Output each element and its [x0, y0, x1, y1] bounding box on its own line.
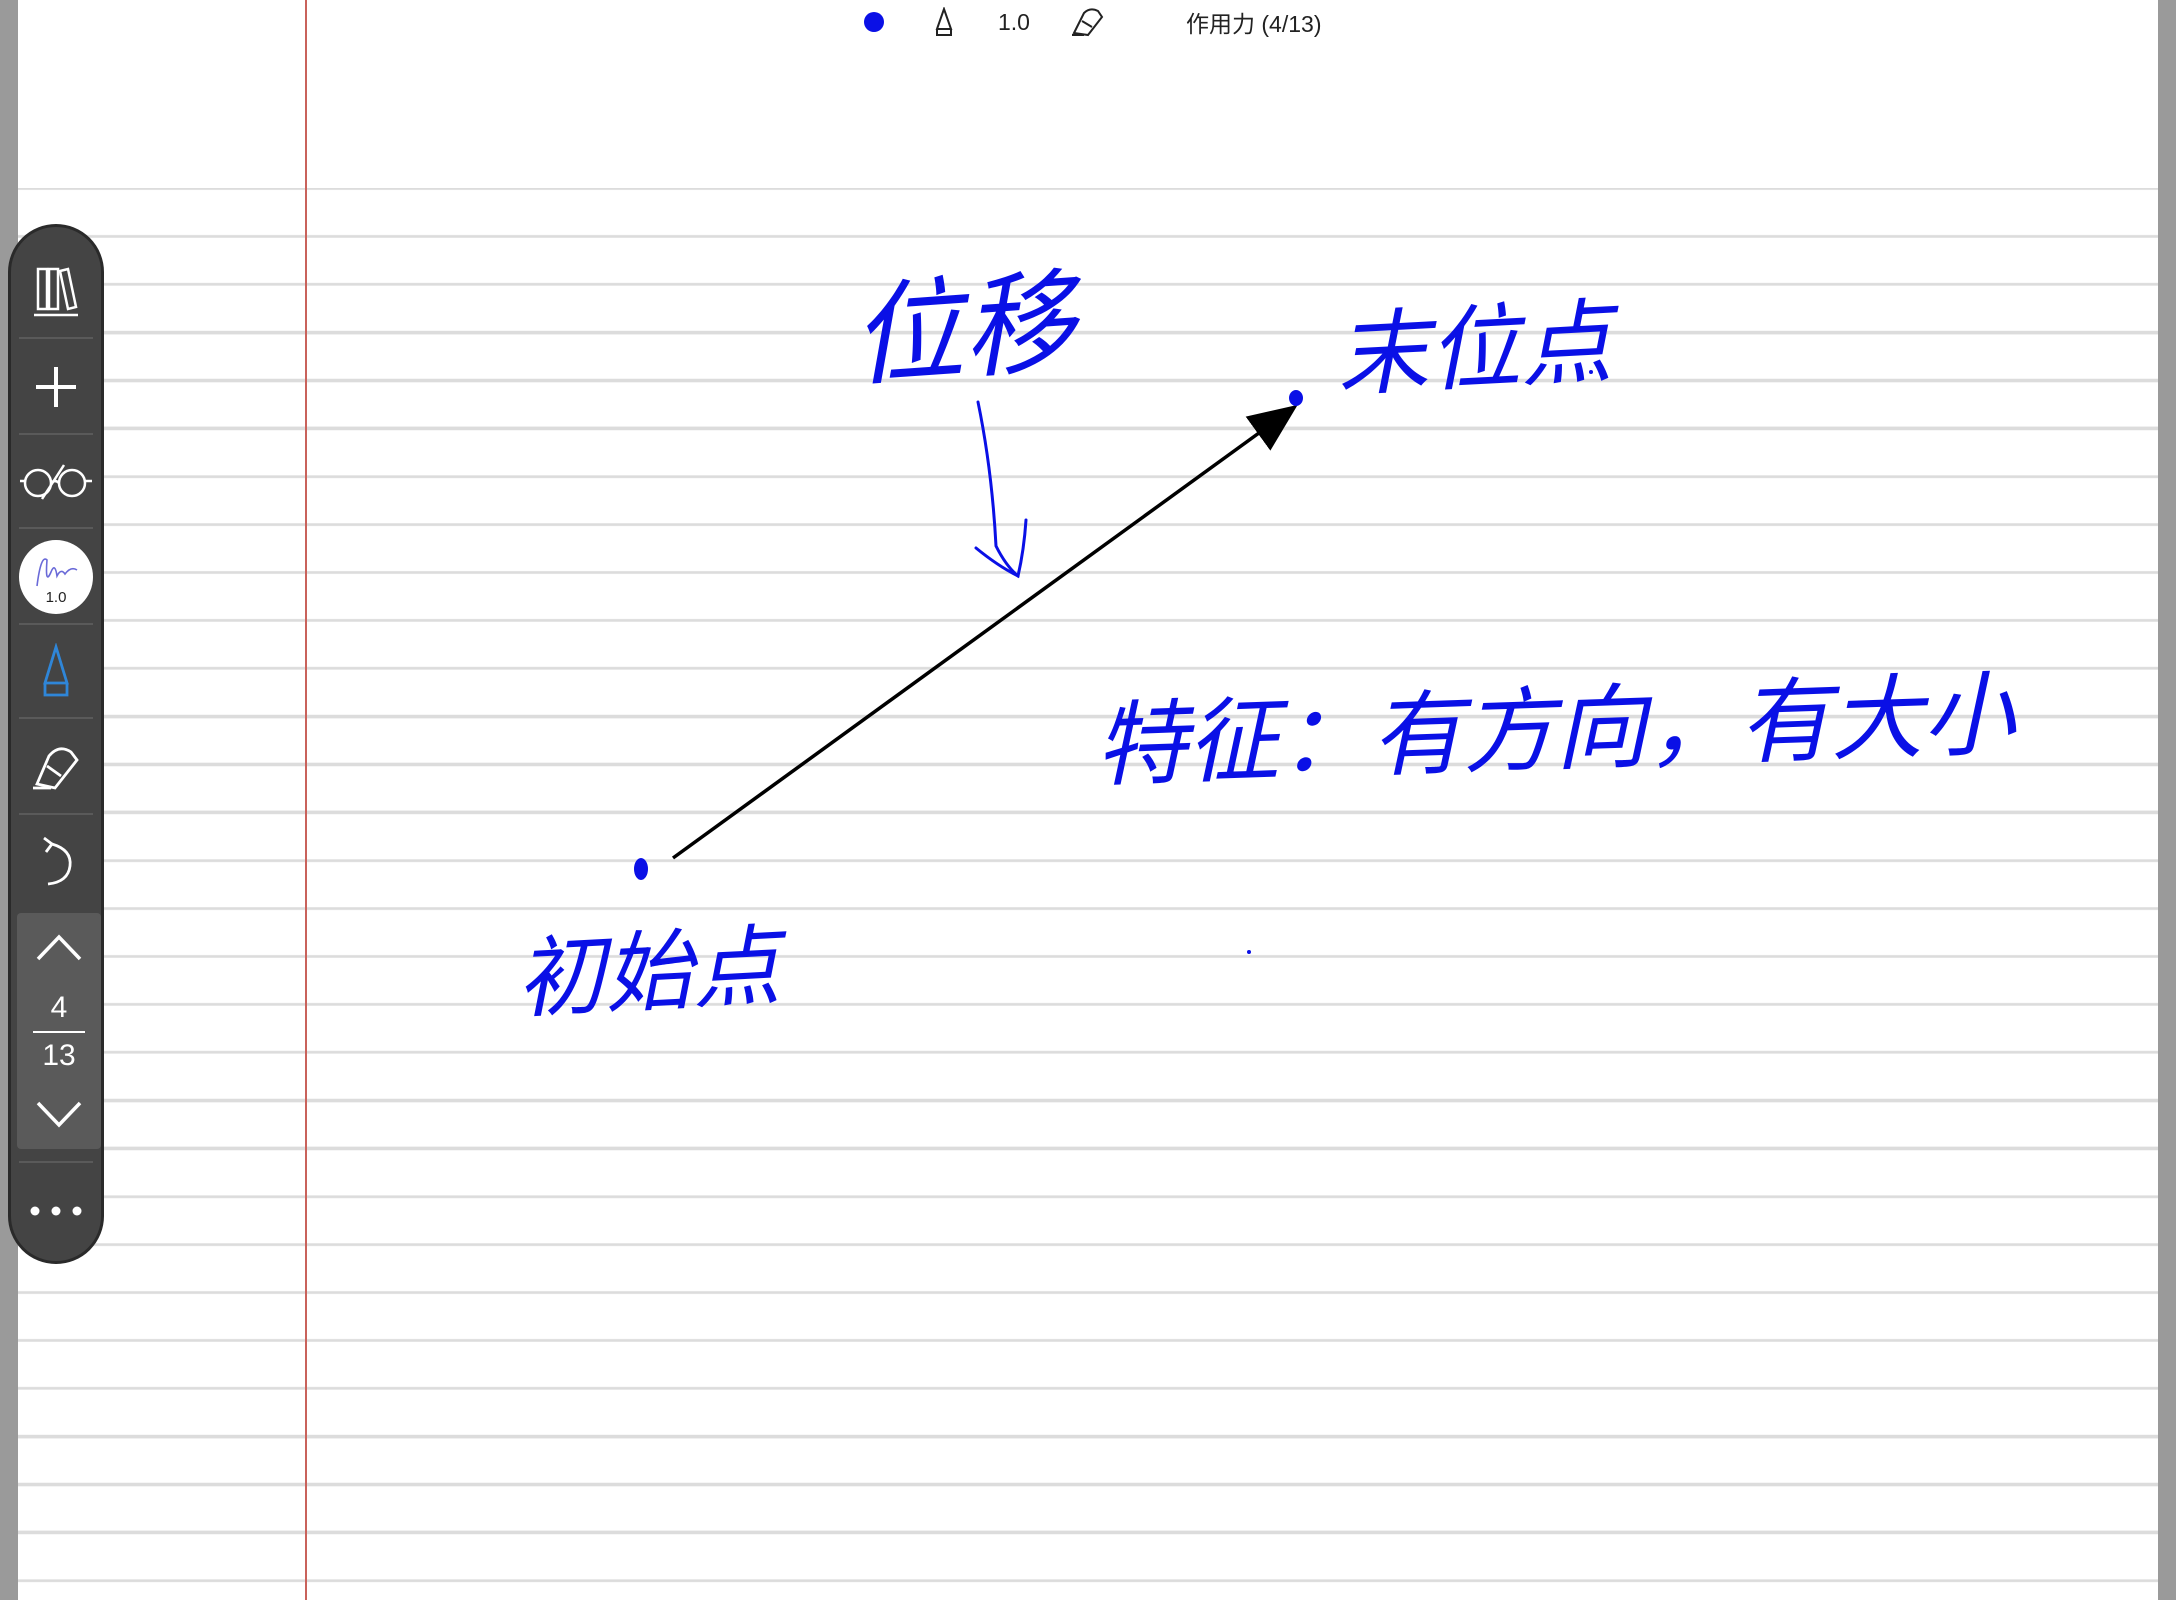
more-icon	[30, 1206, 82, 1216]
pointer-arrow	[974, 400, 1028, 579]
more-button[interactable]	[11, 1171, 101, 1251]
stray-dot	[1247, 950, 1251, 954]
drawing-canvas[interactable]: 位移 末位点 初始点 特征：有方向，有大小	[0, 0, 2176, 1600]
label-displacement: 位移	[847, 257, 1089, 403]
eraser-hand-icon	[33, 747, 79, 790]
side-toolbar: 1.0 4 13	[8, 224, 104, 1264]
next-page-button[interactable]	[17, 1079, 101, 1149]
page-current: 4	[50, 991, 68, 1024]
page-fraction-bar	[33, 1031, 85, 1033]
start-point	[634, 858, 648, 880]
add-button[interactable]	[11, 347, 101, 427]
pen-preview-value: 1.0	[45, 589, 67, 606]
read-mode-icon	[20, 464, 92, 500]
undo-icon	[43, 836, 72, 886]
pen-preview-icon: 1.0	[19, 540, 93, 614]
chevron-up-icon	[36, 934, 82, 961]
page-total: 13	[42, 1039, 76, 1072]
eraser-button[interactable]	[11, 727, 101, 807]
read-mode-button[interactable]	[11, 441, 101, 521]
add-icon	[36, 367, 76, 407]
prev-page-button[interactable]	[17, 913, 101, 983]
label-feature: 特征：有方向，有大小	[1093, 661, 2018, 800]
page-navigator: 4 13	[17, 913, 101, 1149]
pen-preview-button[interactable]: 1.0	[11, 537, 101, 617]
pen-tool-button[interactable]	[11, 631, 101, 711]
chevron-down-icon	[36, 1101, 82, 1128]
label-end-point: 末位点	[1334, 288, 1624, 410]
undo-button[interactable]	[11, 823, 101, 903]
end-point	[1289, 390, 1303, 406]
label-start-point: 初始点	[514, 914, 792, 1031]
library-button[interactable]	[11, 251, 101, 331]
pen-tool-icon	[43, 643, 69, 697]
library-icon	[34, 267, 78, 317]
